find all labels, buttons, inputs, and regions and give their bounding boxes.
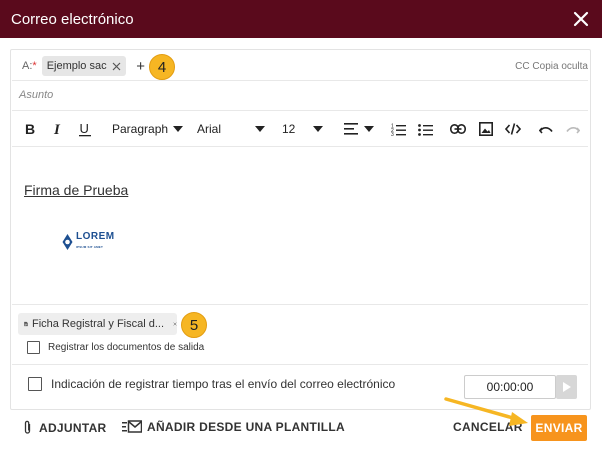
signature-text[interactable]: Firma de Prueba: [24, 182, 128, 198]
register-time-option: Indicación de registrar tiempo tras el e…: [28, 377, 395, 391]
attachment-name: Ficha Registral y Fiscal d...: [31, 318, 165, 330]
image-button[interactable]: [479, 120, 493, 138]
font-family-select[interactable]: Arial: [197, 120, 266, 138]
svg-text:U: U: [80, 122, 89, 136]
svg-text:I: I: [53, 122, 61, 136]
divider: [12, 364, 588, 365]
paragraph-style-select[interactable]: Paragraph: [112, 120, 184, 138]
bold-icon: B: [25, 122, 35, 136]
paragraph-style-value: Paragraph: [112, 122, 169, 136]
callout-badge-5: 5: [181, 312, 207, 338]
register-time-label: Indicación de registrar tiempo tras el e…: [51, 377, 396, 391]
add-from-template-button[interactable]: AÑADIR DESDE UNA PLANTILLA: [122, 420, 345, 434]
dropdown-icon: [255, 126, 266, 132]
callout-badge-4: 4: [149, 54, 175, 80]
document-icon: [24, 321, 28, 327]
close-icon[interactable]: [571, 9, 591, 29]
attach-label: ADJUNTAR: [39, 420, 107, 435]
dropdown-icon: [173, 126, 184, 132]
recipients-row: A:* Ejemplo sac +: [12, 53, 588, 79]
bcc-link[interactable]: Copia oculta: [532, 61, 588, 72]
template-icon: [122, 420, 142, 433]
divider: [12, 110, 588, 111]
redo-icon: [566, 127, 580, 134]
register-docs-label: Registrar los documentos de salida: [48, 342, 205, 353]
dialog-title: Correo electrónico: [11, 10, 134, 28]
cc-links: CC Copia oculta: [515, 61, 588, 72]
compose-frame: [10, 49, 591, 410]
align-select[interactable]: [344, 120, 374, 138]
logo-subtext: IPSUM SIT AMET: [76, 245, 104, 249]
paperclip-icon: [24, 420, 31, 434]
redo-button[interactable]: [566, 120, 580, 138]
chip-close-icon[interactable]: [173, 319, 177, 329]
bold-button[interactable]: B: [25, 120, 37, 138]
logo-mark-icon: [62, 234, 73, 250]
italic-button[interactable]: I: [53, 120, 65, 138]
play-icon: [562, 382, 571, 392]
register-docs-checkbox[interactable]: [27, 341, 40, 354]
recipient-chip-label: Ejemplo sac: [46, 60, 107, 72]
editor-toolbar: B I U Paragraph Arial 12 123: [12, 114, 588, 144]
arrow-annotation-icon: [444, 397, 528, 426]
ordered-list-button[interactable]: 123: [391, 120, 406, 138]
divider: [12, 146, 588, 147]
dropdown-icon: [313, 126, 324, 132]
link-button[interactable]: [450, 120, 466, 138]
bullet-list-button[interactable]: [418, 120, 433, 138]
code-view-button[interactable]: [505, 120, 521, 138]
svg-text:B: B: [25, 122, 35, 136]
add-recipient-button[interactable]: +: [132, 57, 150, 75]
attach-button[interactable]: ADJUNTAR: [23, 420, 107, 435]
ordered-list-icon: 123: [391, 123, 406, 136]
image-icon: [479, 122, 493, 136]
to-label: A:*: [22, 60, 37, 72]
font-size-value: 12: [282, 122, 296, 136]
divider: [12, 80, 588, 81]
add-from-template-label: AÑADIR DESDE UNA PLANTILLA: [147, 420, 346, 434]
dropdown-icon: [364, 126, 374, 132]
logo-text: LOREM IPSUM SIT AMET: [76, 232, 115, 252]
align-icon: [344, 123, 358, 135]
undo-button[interactable]: [539, 120, 553, 138]
svg-text:3: 3: [391, 132, 394, 136]
chip-close-icon[interactable]: [111, 61, 122, 72]
subject-input[interactable]: Asunto: [19, 89, 53, 101]
divider: [12, 304, 588, 305]
undo-icon: [539, 127, 553, 134]
company-logo: LOREM IPSUM SIT AMET: [62, 232, 115, 252]
attachment-chip[interactable]: Ficha Registral y Fiscal d...: [18, 313, 177, 335]
code-icon: [505, 123, 521, 135]
underline-button[interactable]: U: [79, 120, 91, 138]
register-docs-option: Registrar los documentos de salida: [27, 341, 204, 354]
underline-icon: U: [79, 122, 91, 136]
send-button[interactable]: ENVIAR: [531, 415, 587, 441]
italic-icon: I: [53, 122, 61, 136]
dialog-titlebar: Correo electrónico: [0, 0, 602, 38]
font-size-select[interactable]: 12: [282, 120, 324, 138]
link-icon: [450, 124, 466, 134]
bullet-list-icon: [418, 123, 433, 136]
start-timer-button[interactable]: [556, 375, 577, 399]
font-family-value: Arial: [197, 122, 222, 136]
cc-link[interactable]: CC: [515, 61, 529, 72]
register-time-checkbox[interactable]: [28, 377, 42, 391]
recipient-chip[interactable]: Ejemplo sac: [41, 56, 126, 76]
